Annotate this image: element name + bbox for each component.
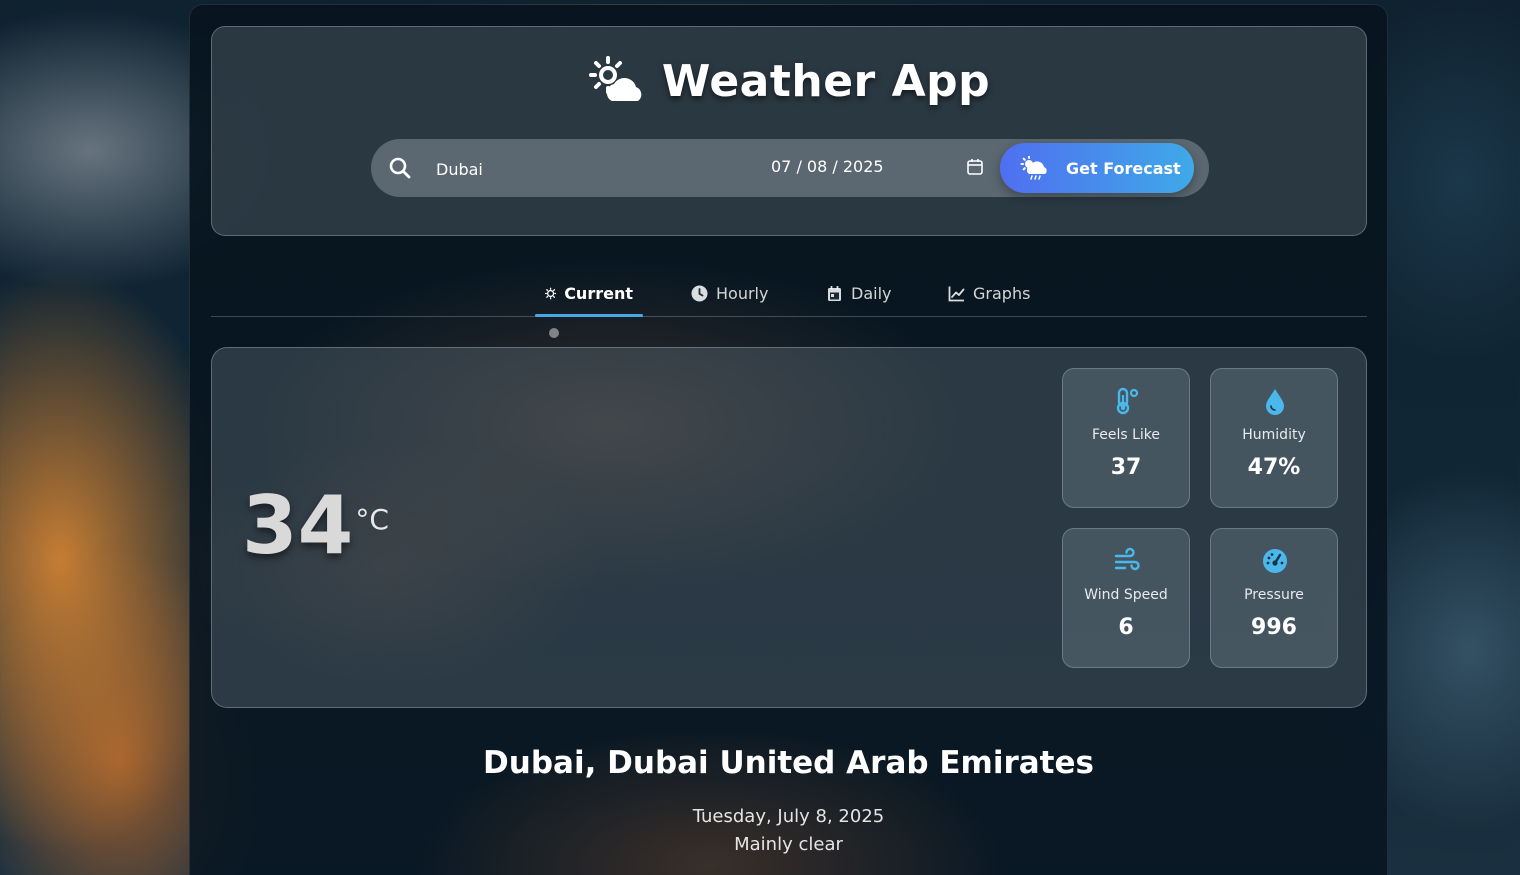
cloud-sun-rain-icon bbox=[1020, 156, 1047, 180]
sun-icon bbox=[545, 287, 557, 299]
temperature-icon bbox=[1116, 387, 1139, 415]
tab-graphs-label: Graphs bbox=[973, 283, 1031, 303]
clock-icon bbox=[691, 285, 708, 301]
stat-label: Pressure bbox=[1244, 587, 1304, 603]
tab-bar: Current Hourly Daily Graphs bbox=[211, 270, 1367, 317]
get-forecast-button[interactable]: Get Forecast bbox=[1000, 143, 1194, 193]
tab-current[interactable]: Current bbox=[535, 270, 643, 317]
temperature-value: 34 bbox=[242, 479, 354, 572]
tab-graphs[interactable]: Graphs bbox=[938, 270, 1042, 316]
wind-icon bbox=[1114, 547, 1140, 571]
gauge-icon bbox=[1263, 549, 1287, 573]
location-name: Dubai, Dubai United Arab Emirates bbox=[483, 745, 1094, 781]
tab-hourly[interactable]: Hourly bbox=[681, 270, 781, 316]
app-title: Weather App bbox=[212, 55, 1366, 107]
calendar-day-icon bbox=[828, 285, 841, 301]
temperature-unit: °C bbox=[355, 503, 389, 536]
stat-wind-speed: Wind Speed 6 bbox=[1062, 528, 1190, 668]
temperature-display: 34 °C bbox=[242, 483, 389, 569]
tab-daily[interactable]: Daily bbox=[816, 270, 906, 316]
stat-value: 37 bbox=[1110, 455, 1142, 480]
line-chart-icon bbox=[948, 286, 965, 301]
tab-hourly-label: Hourly bbox=[716, 283, 769, 303]
stat-label: Humidity bbox=[1242, 427, 1306, 443]
tab-indicator-dot bbox=[549, 328, 559, 338]
date-input[interactable]: 07 / 08 / 2025 bbox=[771, 157, 884, 176]
app-title-text: Weather App bbox=[661, 55, 991, 107]
current-weather-card: 34 °C Feels Like 37 Humidity 47% Wind Sp… bbox=[211, 347, 1367, 708]
calendar-icon[interactable] bbox=[966, 158, 984, 176]
app-container: Weather App 07 / 08 / 2025 bbox=[189, 4, 1388, 875]
tab-daily-label: Daily bbox=[851, 283, 892, 303]
search-icon[interactable] bbox=[389, 157, 411, 179]
get-forecast-label: Get Forecast bbox=[1066, 158, 1181, 178]
stat-feels-like: Feels Like 37 bbox=[1062, 368, 1190, 508]
stat-pressure: Pressure 996 bbox=[1210, 528, 1338, 668]
tab-current-label: Current bbox=[564, 283, 633, 303]
stat-value: 996 bbox=[1251, 615, 1297, 640]
stat-humidity: Humidity 47% bbox=[1210, 368, 1338, 508]
stat-value: 47% bbox=[1247, 455, 1301, 480]
search-bar: 07 / 08 / 2025 bbox=[371, 139, 1209, 197]
weather-description: Mainly clear bbox=[734, 834, 843, 855]
droplet-icon bbox=[1266, 389, 1284, 415]
header-card: Weather App 07 / 08 / 2025 bbox=[211, 26, 1367, 236]
stat-label: Feels Like bbox=[1091, 427, 1161, 443]
location-date: Tuesday, July 8, 2025 bbox=[692, 806, 885, 827]
stat-value: 6 bbox=[1118, 615, 1134, 640]
city-input[interactable] bbox=[434, 153, 758, 185]
stat-label: Wind Speed bbox=[1084, 587, 1168, 603]
sun-cloud-icon bbox=[588, 56, 642, 101]
